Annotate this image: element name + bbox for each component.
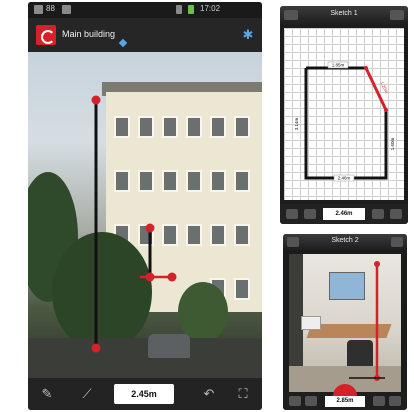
app-header: Main building ✱	[28, 18, 262, 52]
camera-view[interactable]	[28, 52, 262, 378]
sketch-header: Sketch 1	[280, 6, 408, 24]
photo-phone-screen: Sketch 2 2.85m	[283, 234, 407, 410]
measurement-overlay	[349, 261, 385, 381]
measurement-value: 2.45m	[114, 384, 174, 404]
settings-icon[interactable]	[389, 396, 401, 406]
app-title: Main building	[62, 29, 116, 39]
menu-icon[interactable]	[391, 237, 403, 247]
measure-point[interactable]	[145, 272, 155, 282]
undo-icon[interactable]: ↶	[200, 385, 218, 403]
measure-point-bottom[interactable]	[91, 343, 101, 353]
status-carrier: 88	[46, 4, 55, 13]
photo-measurement: 2.85m	[325, 396, 365, 407]
battery-icon	[188, 5, 194, 14]
sketch-toolbar: 2.46m	[280, 204, 408, 224]
photo-header: Sketch 2	[283, 234, 407, 250]
status-bar: 88 17:02	[28, 2, 262, 18]
pen-icon[interactable]	[289, 396, 301, 406]
measure-point-top[interactable]	[91, 95, 101, 105]
office-photo[interactable]	[289, 254, 401, 392]
ruler-icon[interactable]	[304, 209, 316, 219]
bottom-toolbar: ✎ ⟋ 2.45m ↶ ⛶	[28, 378, 262, 410]
crop-icon[interactable]: ⛶	[234, 385, 252, 403]
message-icon	[62, 5, 71, 14]
sketch-measurement: 2.46m	[323, 208, 365, 220]
signal-icon	[34, 5, 43, 14]
measurement-overlay	[91, 95, 177, 353]
label-bottom: 2.46m	[338, 176, 351, 181]
settings-icon[interactable]	[390, 209, 402, 219]
sketch-phone-screen: Sketch 1 1.85m 2.46m 3.14m 1.60m 1.20m 2…	[280, 6, 408, 224]
sketch-title: Sketch 1	[330, 10, 358, 17]
pen-icon[interactable]: ✎	[38, 385, 56, 403]
measure-point[interactable]	[167, 272, 177, 282]
dropdown-indicator-icon[interactable]	[118, 38, 128, 48]
ruler-icon[interactable]: ⟋	[78, 385, 96, 403]
wifi-icon	[176, 5, 182, 14]
floor-plan: 1.85m 2.46m 3.14m 1.60m 1.20m	[294, 61, 395, 182]
label-right: 1.60m	[390, 137, 395, 150]
label-diagonal: 1.20m	[379, 81, 389, 95]
label-top: 1.85m	[332, 63, 345, 68]
pen-icon[interactable]	[286, 209, 298, 219]
main-phone-screen: 88 17:02 Main building ✱ ✎ ⟋ 2.45m ↶ ⛶	[28, 2, 262, 410]
photo-title: Sketch 2	[331, 237, 359, 244]
ruler-icon[interactable]	[305, 396, 317, 406]
undo-icon[interactable]	[373, 396, 385, 406]
app-logo-icon[interactable]	[36, 25, 56, 45]
measure-point-top[interactable]	[374, 261, 380, 267]
label-left: 3.14m	[294, 117, 299, 130]
menu-icon[interactable]	[390, 10, 404, 20]
sketch-grid[interactable]: 1.85m 2.46m 3.14m 1.60m 1.20m	[284, 28, 404, 200]
bluetooth-icon[interactable]: ✱	[242, 27, 254, 43]
photo-toolbar: 2.85m	[283, 384, 407, 410]
status-time: 17:02	[200, 4, 221, 13]
measure-point[interactable]	[145, 223, 155, 233]
undo-icon[interactable]	[372, 209, 384, 219]
